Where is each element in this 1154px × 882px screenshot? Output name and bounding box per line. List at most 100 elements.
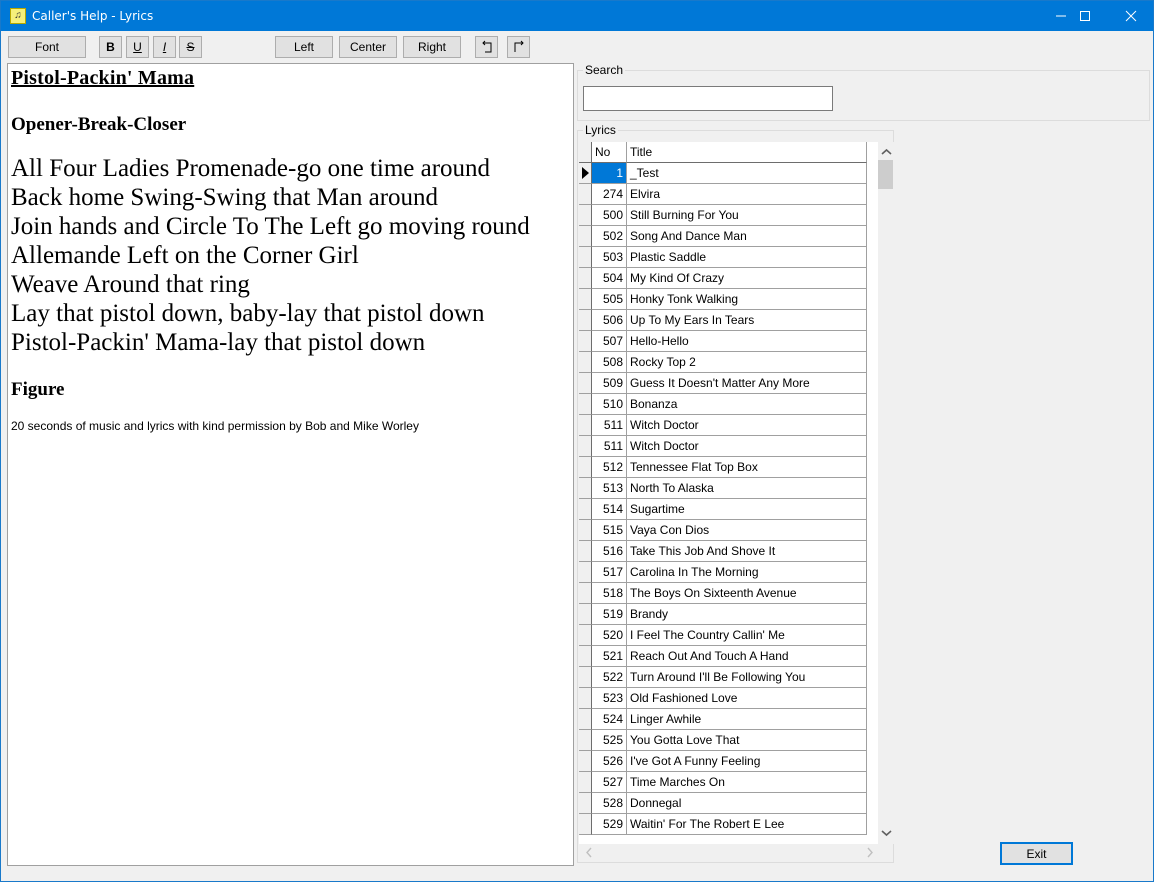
scroll-down-icon[interactable] xyxy=(878,825,895,842)
cell-no[interactable]: 502 xyxy=(592,226,627,247)
cell-title[interactable]: Honky Tonk Walking xyxy=(627,289,867,310)
row-selector[interactable] xyxy=(579,709,592,730)
cell-no[interactable]: 519 xyxy=(592,604,627,625)
cell-title[interactable]: Vaya Con Dios xyxy=(627,520,867,541)
row-selector[interactable] xyxy=(579,751,592,772)
cell-no[interactable]: 527 xyxy=(592,772,627,793)
row-selector[interactable] xyxy=(579,415,592,436)
table-row[interactable]: 500 Still Burning For You xyxy=(579,205,867,226)
cell-no[interactable]: 505 xyxy=(592,289,627,310)
table-row[interactable]: 525 You Gotta Love That xyxy=(579,730,867,751)
row-selector[interactable] xyxy=(579,352,592,373)
table-row[interactable]: 519 Brandy xyxy=(579,604,867,625)
cell-no[interactable]: 511 xyxy=(592,415,627,436)
cell-no[interactable]: 522 xyxy=(592,667,627,688)
bold-button[interactable]: B xyxy=(99,36,122,58)
row-selector[interactable] xyxy=(579,373,592,394)
table-row[interactable]: 529 Waitin' For The Robert E Lee xyxy=(579,814,867,835)
table-row[interactable]: 504 My Kind Of Crazy xyxy=(579,268,867,289)
title-bar[interactable]: ♫ Caller's Help - Lyrics xyxy=(1,1,1153,31)
cell-no[interactable]: 509 xyxy=(592,373,627,394)
cell-title[interactable]: Guess It Doesn't Matter Any More xyxy=(627,373,867,394)
cell-no[interactable]: 525 xyxy=(592,730,627,751)
align-right-button[interactable]: Right xyxy=(403,36,461,58)
lyrics-editor[interactable]: Pistol-Packin' Mama Opener-Break-Closer … xyxy=(7,63,574,866)
italic-button[interactable]: I xyxy=(153,36,176,58)
cell-no[interactable]: 517 xyxy=(592,562,627,583)
cell-title[interactable]: _Test xyxy=(627,163,867,184)
align-left-button[interactable]: Left xyxy=(275,36,333,58)
column-header-no[interactable]: No xyxy=(592,142,627,163)
scroll-right-icon[interactable] xyxy=(861,844,878,861)
table-row[interactable]: 527 Time Marches On xyxy=(579,772,867,793)
cell-no[interactable]: 512 xyxy=(592,457,627,478)
row-selector[interactable] xyxy=(579,604,592,625)
indent-left-button[interactable] xyxy=(475,36,498,58)
row-selector[interactable] xyxy=(579,499,592,520)
vertical-scrollbar[interactable] xyxy=(878,142,895,844)
font-button[interactable]: Font xyxy=(8,36,86,58)
cell-title[interactable]: Bonanza xyxy=(627,394,867,415)
cell-no[interactable]: 508 xyxy=(592,352,627,373)
row-selector[interactable] xyxy=(579,184,592,205)
row-selector[interactable] xyxy=(579,331,592,352)
table-row[interactable]: 512 Tennessee Flat Top Box xyxy=(579,457,867,478)
row-selector[interactable] xyxy=(579,793,592,814)
cell-title[interactable]: I Feel The Country Callin' Me xyxy=(627,625,867,646)
cell-title[interactable]: Witch Doctor xyxy=(627,436,867,457)
cell-no[interactable]: 507 xyxy=(592,331,627,352)
table-row[interactable]: 520 I Feel The Country Callin' Me xyxy=(579,625,867,646)
scroll-up-icon[interactable] xyxy=(878,144,895,161)
cell-title[interactable]: My Kind Of Crazy xyxy=(627,268,867,289)
cell-no[interactable]: 521 xyxy=(592,646,627,667)
cell-title[interactable]: Carolina In The Morning xyxy=(627,562,867,583)
cell-no[interactable]: 514 xyxy=(592,499,627,520)
table-row[interactable]: 507 Hello-Hello xyxy=(579,331,867,352)
maximize-button[interactable] xyxy=(1062,1,1108,31)
row-selector[interactable] xyxy=(579,772,592,793)
cell-title[interactable]: The Boys On Sixteenth Avenue xyxy=(627,583,867,604)
table-row[interactable]: 524 Linger Awhile xyxy=(579,709,867,730)
table-row[interactable]: 517 Carolina In The Morning xyxy=(579,562,867,583)
table-row[interactable]: 522 Turn Around I'll Be Following You xyxy=(579,667,867,688)
row-selector[interactable] xyxy=(579,688,592,709)
cell-no[interactable]: 526 xyxy=(592,751,627,772)
row-selector[interactable] xyxy=(579,268,592,289)
row-selector[interactable] xyxy=(579,436,592,457)
cell-no[interactable]: 528 xyxy=(592,793,627,814)
row-selector[interactable] xyxy=(579,667,592,688)
lyrics-grid[interactable]: No Title 1 _Test 274 Elvira 500 Still Burning… xyxy=(579,142,878,844)
cell-no[interactable]: 510 xyxy=(592,394,627,415)
table-row[interactable]: 513 North To Alaska xyxy=(579,478,867,499)
table-row[interactable]: 516 Take This Job And Shove It xyxy=(579,541,867,562)
row-selector[interactable] xyxy=(579,541,592,562)
scroll-left-icon[interactable] xyxy=(581,844,598,861)
cell-no[interactable]: 513 xyxy=(592,478,627,499)
cell-title[interactable]: I've Got A Funny Feeling xyxy=(627,751,867,772)
table-row[interactable]: 509 Guess It Doesn't Matter Any More xyxy=(579,373,867,394)
row-selector[interactable] xyxy=(579,310,592,331)
cell-no[interactable]: 523 xyxy=(592,688,627,709)
table-row[interactable]: 528 Donnegal xyxy=(579,793,867,814)
row-selector[interactable] xyxy=(579,289,592,310)
table-row[interactable]: 515 Vaya Con Dios xyxy=(579,520,867,541)
table-row[interactable]: 510 Bonanza xyxy=(579,394,867,415)
cell-title[interactable]: Plastic Saddle xyxy=(627,247,867,268)
table-row[interactable]: 514 Sugartime xyxy=(579,499,867,520)
cell-no[interactable]: 504 xyxy=(592,268,627,289)
row-selector[interactable] xyxy=(579,730,592,751)
cell-title[interactable]: Tennessee Flat Top Box xyxy=(627,457,867,478)
row-selector[interactable] xyxy=(579,478,592,499)
cell-title[interactable]: Turn Around I'll Be Following You xyxy=(627,667,867,688)
cell-title[interactable]: Hello-Hello xyxy=(627,331,867,352)
row-selector[interactable] xyxy=(579,814,592,835)
cell-title[interactable]: Old Fashioned Love xyxy=(627,688,867,709)
close-button[interactable] xyxy=(1108,1,1154,31)
cell-no[interactable]: 520 xyxy=(592,625,627,646)
column-header-title[interactable]: Title xyxy=(627,142,867,163)
row-selector[interactable] xyxy=(579,226,592,247)
table-row[interactable]: 508 Rocky Top 2 xyxy=(579,352,867,373)
cell-title[interactable]: Donnegal xyxy=(627,793,867,814)
table-row[interactable]: 523 Old Fashioned Love xyxy=(579,688,867,709)
row-selector[interactable] xyxy=(579,457,592,478)
